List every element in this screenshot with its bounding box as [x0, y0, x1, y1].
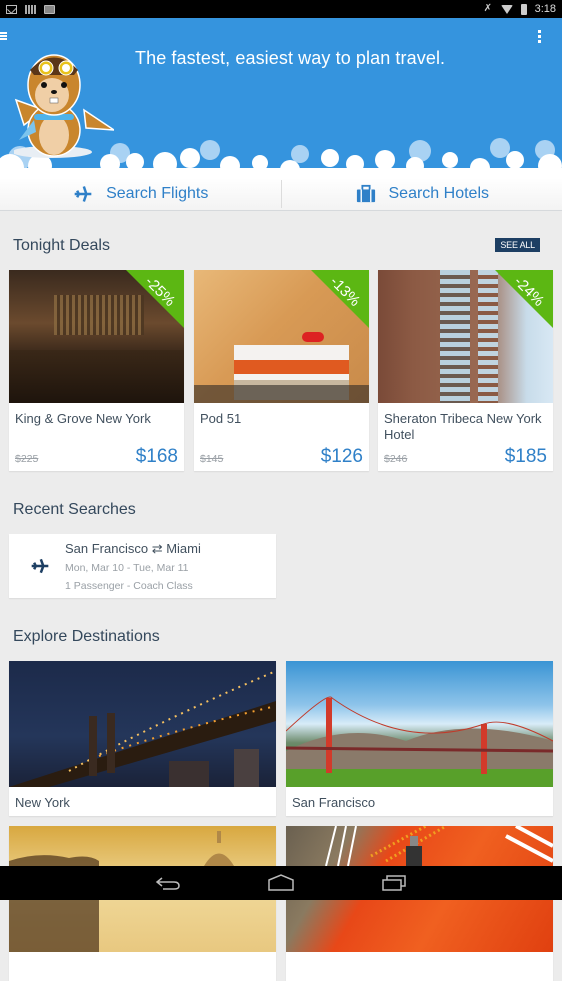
- original-price: $225: [15, 453, 38, 465]
- search-flights-button[interactable]: Search Flights: [0, 178, 281, 210]
- search-hotels-button[interactable]: Search Hotels: [282, 178, 562, 210]
- recent-search-dates: Mon, Mar 10 - Tue, Mar 11: [65, 562, 189, 574]
- barcode-icon: [25, 5, 36, 14]
- hotel-name: King & Grove New York: [15, 411, 175, 427]
- recent-search-route: San Francisco ⇄ Miami: [65, 541, 201, 557]
- destination-name: New York: [15, 795, 70, 810]
- overflow-menu-icon[interactable]: [538, 30, 541, 44]
- deal-card[interactable]: -25% King & Grove New York $225 $168: [9, 270, 184, 471]
- deal-price: $185: [505, 446, 547, 468]
- battery-icon: [521, 4, 527, 15]
- hotel-bedroom-image: -13%: [194, 270, 369, 403]
- clock: 3:18: [535, 3, 556, 15]
- plane-icon: [30, 556, 50, 576]
- original-price: $145: [200, 453, 223, 465]
- deal-card[interactable]: -13% Pod 51 $145 $126: [194, 270, 369, 471]
- deal-price: $126: [321, 446, 363, 468]
- chipmunk-mascot: [14, 40, 114, 160]
- hotel-bar-lounge-image: -25%: [9, 270, 184, 403]
- original-price: $246: [384, 453, 407, 465]
- destination-card[interactable]: San Francisco: [286, 661, 553, 816]
- recent-search-details: 1 Passenger - Coach Class: [65, 580, 193, 592]
- destination-name: San Francisco: [292, 795, 375, 810]
- hero-banner: The fastest, easiest way to plan travel.: [0, 18, 562, 178]
- search-bar: Search Flights Search Hotels: [0, 178, 562, 211]
- status-right: ✗ 3:18: [484, 3, 556, 15]
- recent-searches-title: Recent Searches: [13, 501, 136, 519]
- explore-destinations-title: Explore Destinations: [13, 628, 160, 646]
- menu-icon[interactable]: [0, 32, 7, 40]
- mute-icon: ✗: [484, 4, 493, 14]
- plane-icon: [72, 184, 94, 204]
- system-nav-bar: [0, 866, 562, 900]
- destination-card[interactable]: New York: [9, 661, 276, 816]
- san-francisco-image: [286, 661, 553, 787]
- gmail-icon: [6, 5, 17, 14]
- recent-search-item[interactable]: San Francisco ⇄ Miami Mon, Mar 10 - Tue,…: [9, 534, 276, 598]
- recent-apps-icon[interactable]: [381, 874, 409, 892]
- status-bar: ✗ 3:18: [0, 0, 562, 18]
- search-hotels-label: Search Hotels: [389, 185, 490, 203]
- hotel-name: Sheraton Tribeca New York Hotel: [384, 411, 544, 443]
- destination-card[interactable]: [9, 826, 276, 981]
- back-icon[interactable]: [154, 874, 182, 892]
- bridge-illustration: [9, 661, 276, 787]
- suitcase-icon: [355, 184, 377, 204]
- hotel-name: Pod 51: [200, 411, 360, 427]
- wifi-icon: [501, 5, 513, 14]
- new-york-image: [9, 661, 276, 787]
- shopping-bag-icon: [44, 5, 55, 14]
- bridge-illustration: [286, 661, 553, 787]
- tonight-deals-title: Tonight Deals: [13, 237, 110, 255]
- status-left: [6, 5, 55, 14]
- search-flights-label: Search Flights: [106, 185, 208, 203]
- destination-card[interactable]: [286, 826, 553, 981]
- home-icon[interactable]: [267, 874, 295, 892]
- deal-price: $168: [136, 446, 178, 468]
- hotel-building-image: -24%: [378, 270, 553, 403]
- deal-card[interactable]: -24% Sheraton Tribeca New York Hotel $24…: [378, 270, 553, 471]
- see-all-button[interactable]: SEE ALL: [495, 238, 540, 252]
- hero-tagline: The fastest, easiest way to plan travel.: [135, 48, 445, 69]
